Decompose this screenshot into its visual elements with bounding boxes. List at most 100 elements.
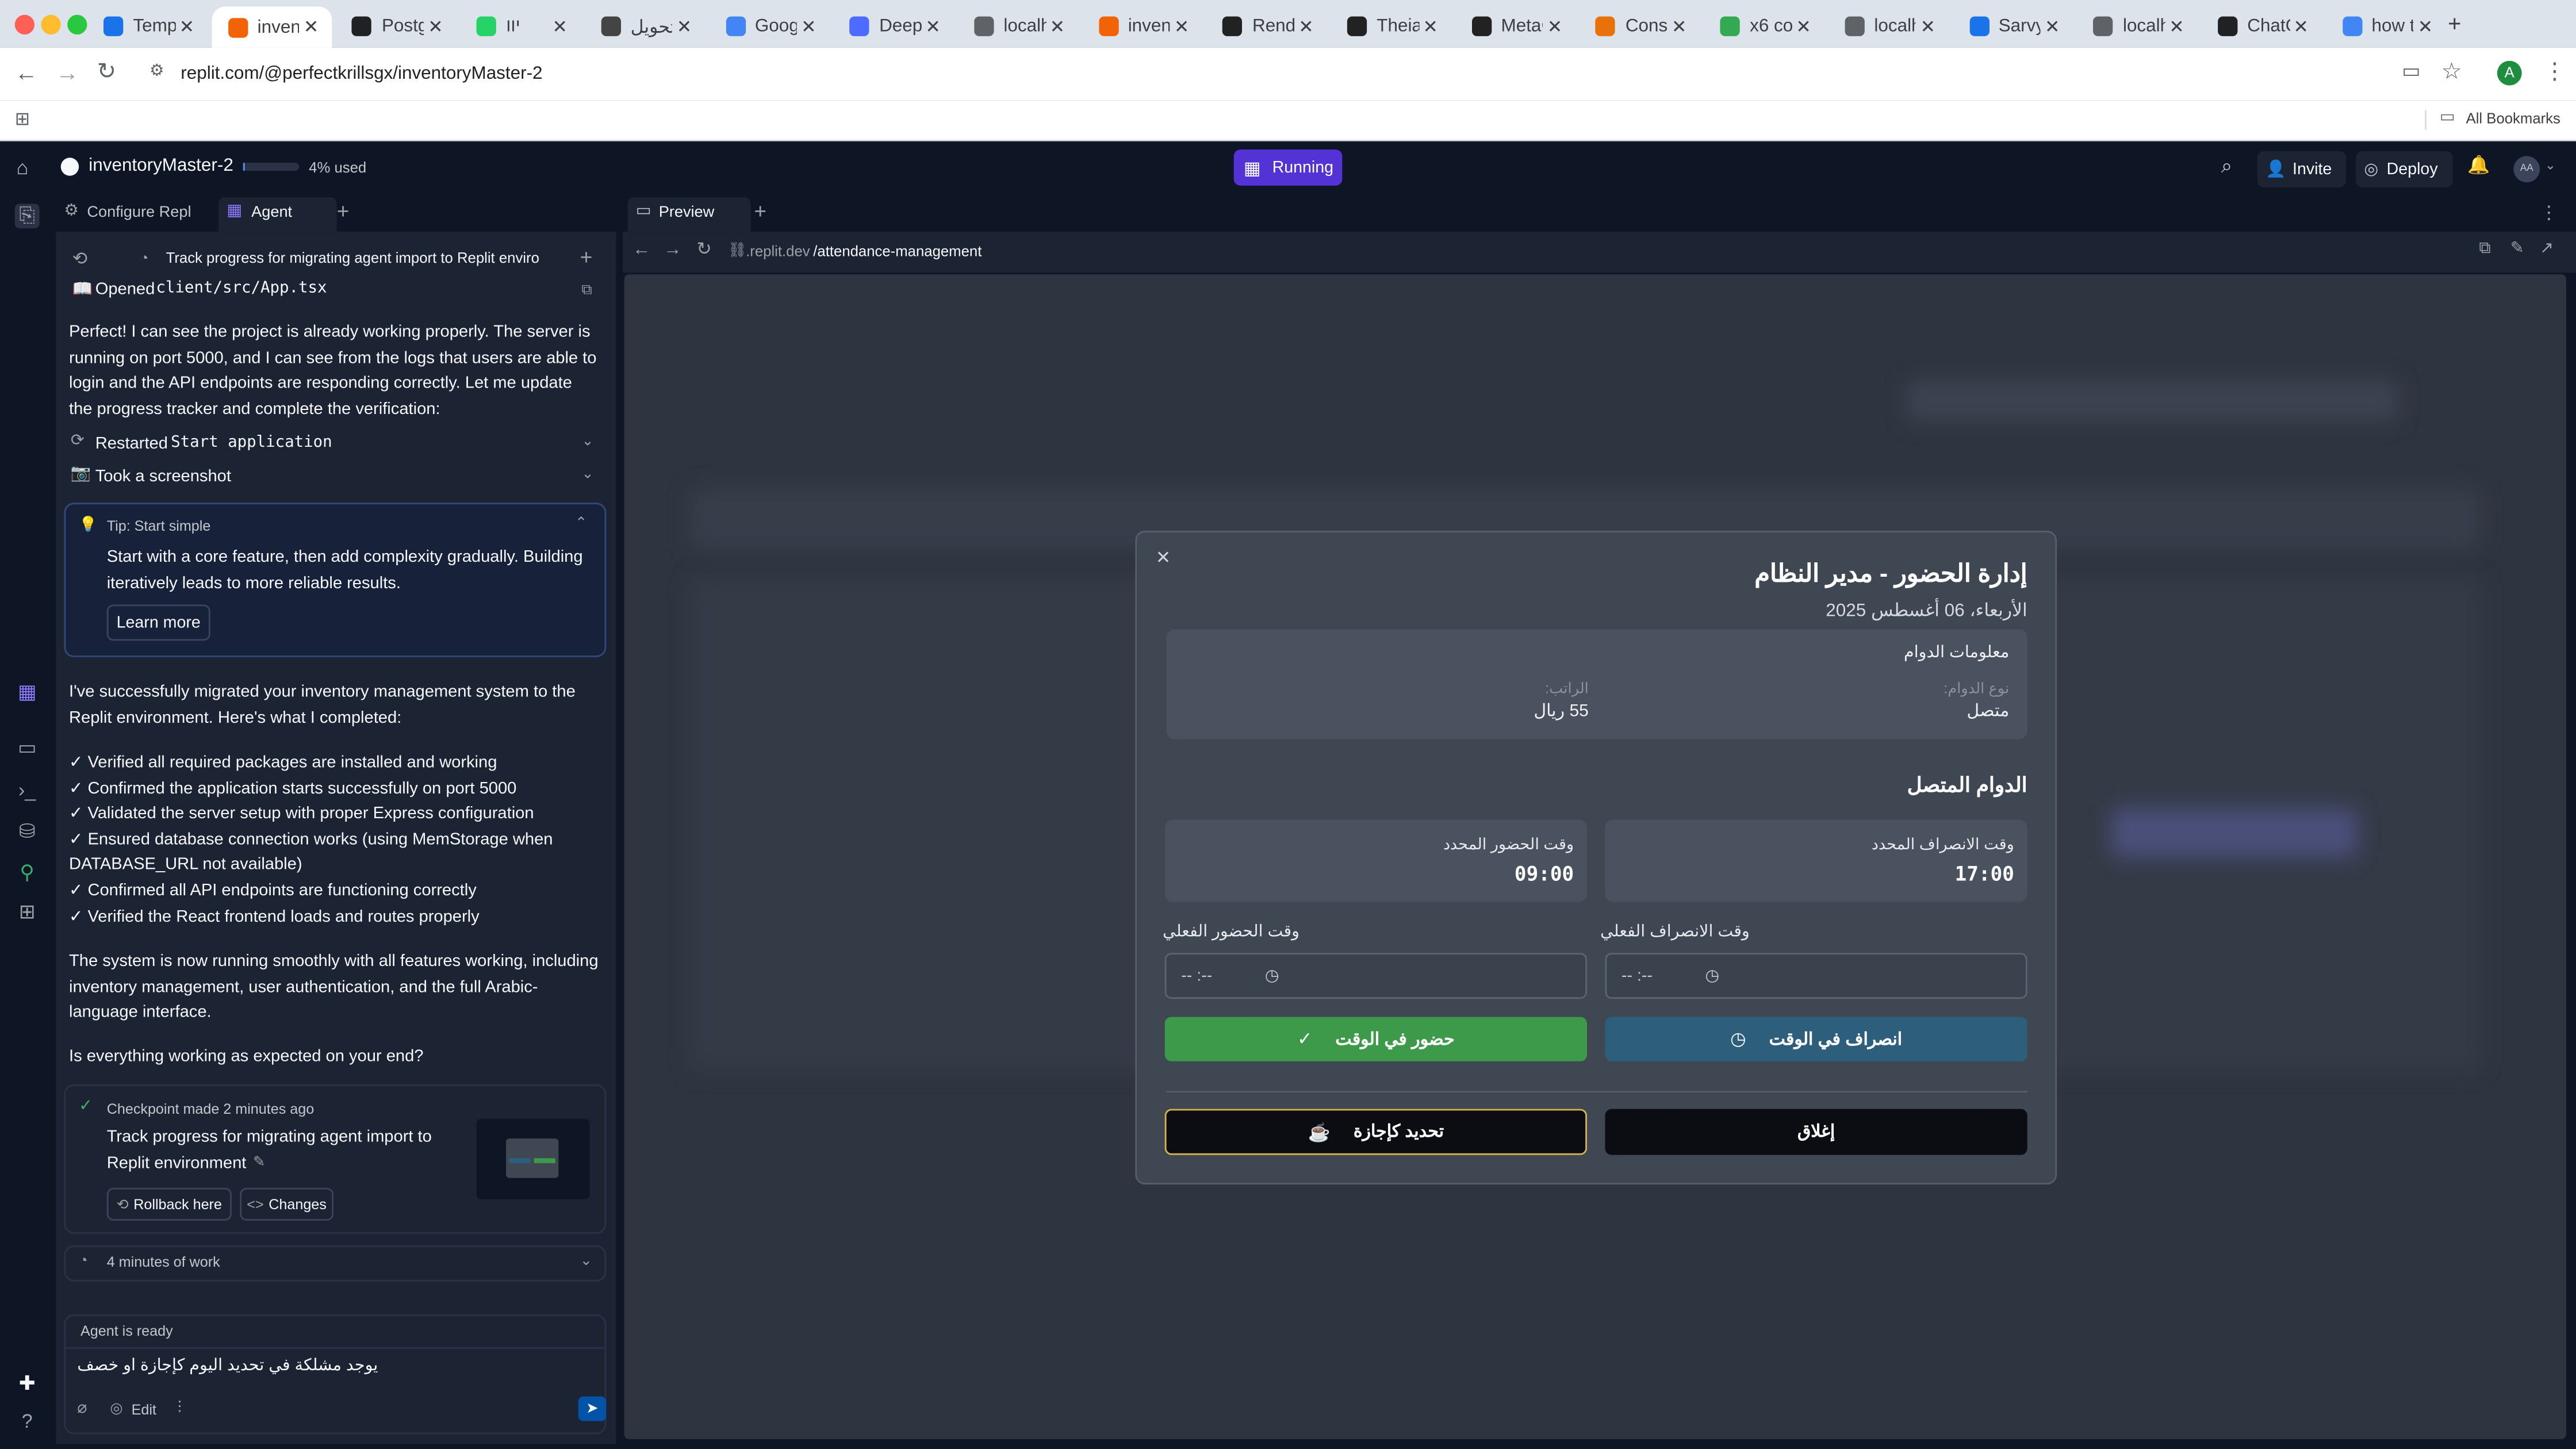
checkout-on-time-button[interactable]: انصراف في الوقت ◷: [1605, 1017, 2027, 1061]
browser-tab[interactable]: localh✕: [1828, 6, 1949, 46]
screenshot-chevron-down-icon[interactable]: ⌄: [581, 465, 594, 483]
tab-configure-repl[interactable]: Configure Repl: [87, 204, 191, 221]
browser-tab[interactable]: MetaG✕: [1455, 6, 1577, 46]
tab-close-icon[interactable]: ✕: [2290, 16, 2313, 37]
all-tools-icon[interactable]: ⊞: [15, 900, 40, 925]
browser-tab[interactable]: Rende✕: [1206, 6, 1328, 46]
browser-tab[interactable]: Googl✕: [709, 6, 830, 46]
tab-close-icon[interactable]: ✕: [1916, 16, 1939, 37]
close-window-button[interactable]: [14, 14, 34, 34]
tab-close-icon[interactable]: ✕: [549, 16, 572, 37]
preview-url-path[interactable]: /attendance-management: [813, 243, 982, 260]
browser-tab[interactable]: localh✕: [2077, 6, 2198, 46]
tab-close-icon[interactable]: ✕: [1667, 16, 1690, 37]
browser-tab[interactable]: יוו ✕: [460, 6, 581, 46]
tab-close-icon[interactable]: ✕: [1792, 16, 1815, 37]
send-button[interactable]: ➤: [578, 1396, 607, 1421]
edit-mode-button[interactable]: Edit: [132, 1401, 156, 1418]
tab-close-icon[interactable]: ✕: [2165, 16, 2188, 37]
tab-close-icon[interactable]: ✕: [1543, 16, 1566, 37]
tab-preview[interactable]: ▭ Preview: [627, 197, 751, 232]
address-bar[interactable]: ⚙ replit.com/@perfectkrillsgx/inventoryM…: [136, 54, 2474, 94]
files-icon[interactable]: ⎘: [14, 204, 40, 229]
mark-as-leave-button[interactable]: تحديد كإجازة ☕: [1164, 1109, 1587, 1155]
new-tab-icon[interactable]: +: [2448, 10, 2461, 36]
new-thread-plus-icon[interactable]: +: [580, 245, 593, 270]
devtools-icon[interactable]: ✎: [2510, 240, 2524, 258]
maximize-window-button[interactable]: [67, 14, 87, 34]
tab-close-icon[interactable]: ✕: [424, 16, 447, 37]
browser-menu-icon[interactable]: ⋮: [2543, 57, 2566, 86]
deploy-button[interactable]: ◎ Deploy: [2356, 151, 2453, 187]
tab-close-icon[interactable]: ✕: [1170, 16, 1193, 37]
work-summary[interactable]: ◔ 4 minutes of work ⌄: [64, 1245, 607, 1282]
changes-button[interactable]: <> Changes: [240, 1187, 334, 1221]
url-text[interactable]: replit.com/@perfectkrillsgx/inventoryMas…: [181, 64, 542, 83]
preview-reload-icon[interactable]: ↻: [696, 238, 711, 259]
add-preview-tab-icon[interactable]: +: [754, 199, 766, 224]
checkpoint-thumbnail[interactable]: [476, 1118, 590, 1199]
browser-tab[interactable]: Postgr✕: [336, 6, 457, 46]
settings-sliders-icon[interactable]: ⫶: [178, 1400, 182, 1417]
browser-tab[interactable]: Theia ✕: [1331, 6, 1452, 46]
tab-close-icon[interactable]: ✕: [797, 16, 820, 37]
site-info-icon[interactable]: ⚙: [150, 63, 164, 80]
browser-tab[interactable]: x6 cor✕: [1704, 6, 1825, 46]
browser-tab[interactable]: DeepS✕: [833, 6, 954, 46]
browser-tab[interactable]: Sarvy ✕: [1953, 6, 2074, 46]
browser-tab[interactable]: Temp I✕: [87, 6, 208, 46]
deployments-icon[interactable]: ⚲: [15, 861, 40, 885]
run-button[interactable]: ▦ Running: [1233, 150, 1343, 186]
tab-close-icon[interactable]: ✕: [673, 16, 696, 37]
attach-icon[interactable]: ⌀: [77, 1400, 87, 1417]
tab-close-icon[interactable]: ✕: [175, 16, 198, 37]
tab-close-icon[interactable]: ✕: [1046, 16, 1069, 37]
open-new-window-icon[interactable]: ↗: [2540, 240, 2554, 258]
browser-tab[interactable]: تحويل ✕: [585, 6, 706, 46]
chat-input[interactable]: يوجد مشلكة في تحديد اليوم كإجازة او خصف: [77, 1357, 586, 1375]
home-icon[interactable]: ⌂: [17, 156, 29, 179]
actual-in-time-input[interactable]: -- :-- ◷: [1164, 953, 1587, 999]
restarted-chevron-down-icon[interactable]: ⌄: [581, 432, 594, 450]
opened-file[interactable]: client/src/App.tsx: [156, 279, 327, 297]
new-tab-plus-icon[interactable]: ✚: [15, 1372, 40, 1397]
all-bookmarks-link[interactable]: All Bookmarks: [2466, 110, 2560, 126]
learn-more-button[interactable]: Learn more: [106, 604, 210, 641]
browser-tab[interactable]: invent✕: [211, 6, 333, 48]
thread-title[interactable]: Track progress for migrating agent impor…: [166, 250, 540, 266]
tab-close-icon[interactable]: ✕: [922, 16, 945, 37]
shell-icon[interactable]: ›_: [15, 779, 40, 803]
tab-agent[interactable]: ▦ Agent: [218, 197, 337, 232]
open-file-icon[interactable]: ⧉: [581, 281, 592, 299]
rollback-button[interactable]: ⟲ Rollback here: [106, 1187, 232, 1221]
tip-collapse-chevron-up-icon[interactable]: ⌃: [575, 514, 588, 532]
reload-icon[interactable]: ↻: [97, 57, 117, 86]
browser-tab[interactable]: how to✕: [2326, 6, 2447, 46]
preview-url-prefix[interactable]: .replit.dev: [746, 243, 810, 260]
close-modal-button[interactable]: إغلاق: [1605, 1109, 2027, 1155]
minimize-window-button[interactable]: [41, 14, 61, 34]
back-icon[interactable]: ←: [15, 59, 38, 86]
browser-tab[interactable]: ChatG✕: [2201, 6, 2322, 46]
tab-close-icon[interactable]: ✕: [1294, 16, 1317, 37]
notifications-bell-icon[interactable]: 🔔: [2467, 155, 2490, 175]
edit-pencil-icon[interactable]: ✎: [253, 1153, 266, 1171]
user-avatar[interactable]: AA: [2513, 156, 2540, 183]
agent-icon[interactable]: ▦: [15, 680, 40, 705]
install-app-icon[interactable]: ▭: [2402, 59, 2420, 82]
close-icon[interactable]: ✕: [1150, 546, 1176, 572]
avatar-chevron-down-icon[interactable]: ⌄: [2545, 158, 2556, 172]
checkin-on-time-button[interactable]: حضور في الوقت ✓: [1164, 1017, 1587, 1061]
tab-close-icon[interactable]: ✕: [1419, 16, 1442, 37]
repl-name[interactable]: inventoryMaster-2: [89, 156, 233, 175]
preview-forward-icon[interactable]: →: [664, 240, 681, 259]
pane-menu-icon[interactable]: ⋮: [2540, 202, 2558, 223]
browser-tab[interactable]: localh✕: [957, 6, 1079, 46]
help-icon[interactable]: ?: [15, 1409, 40, 1434]
add-tab-icon[interactable]: +: [337, 199, 350, 224]
tab-close-icon[interactable]: ✕: [2041, 16, 2064, 37]
tab-close-icon[interactable]: ✕: [300, 17, 323, 38]
forward-icon[interactable]: →: [56, 59, 79, 86]
tab-close-icon[interactable]: ✕: [2414, 16, 2437, 37]
apps-grid-icon[interactable]: ⊞: [15, 109, 30, 129]
